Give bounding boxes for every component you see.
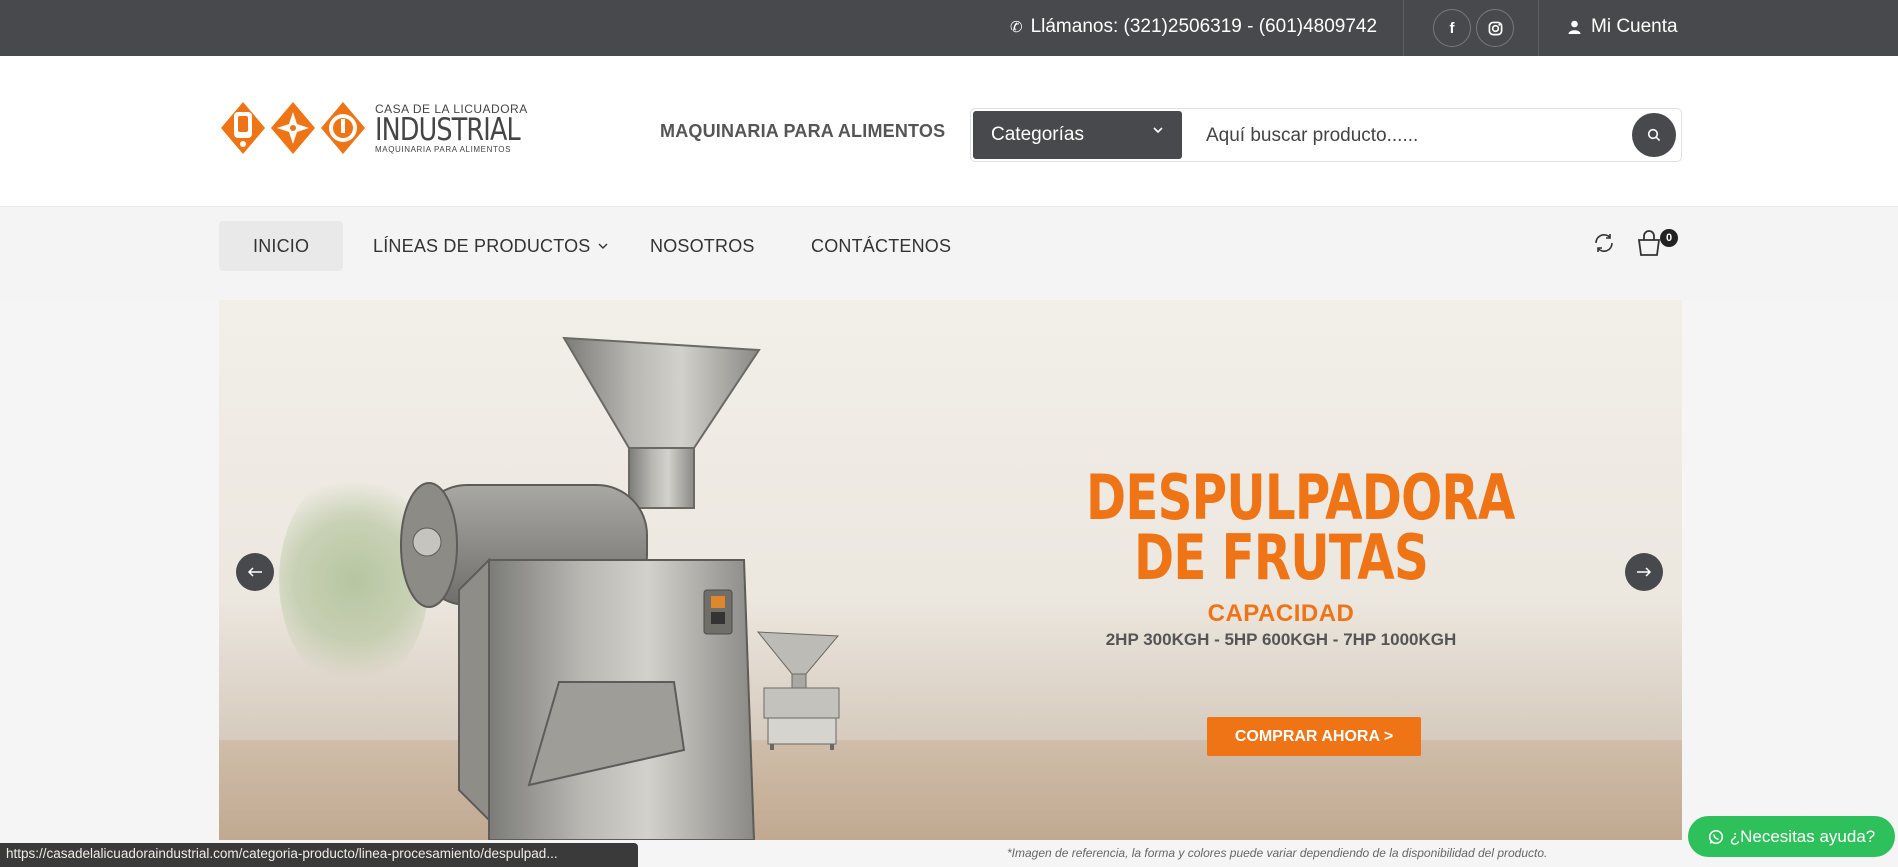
hero-slider: DESPULPADORA DE FRUTAS CAPACIDAD 2HP 300… <box>219 300 1682 840</box>
chevron-down-icon <box>1152 123 1164 141</box>
divider <box>1538 0 1539 56</box>
slider-next-button[interactable] <box>1625 553 1663 591</box>
main-nav: INICIO LÍNEAS DE PRODUCTOS NOSOTROS CONT… <box>0 206 1898 300</box>
cart-icon[interactable] <box>1635 229 1663 262</box>
nav-item-nosotros[interactable]: NOSOTROS <box>616 221 789 271</box>
search-icon <box>1647 128 1661 142</box>
phone-info[interactable]: ✆ Llámanos: (321)2506319 - (601)4809742 <box>1010 16 1377 38</box>
header: CASA DE LA LICUADORA INDUSTRIAL MAQUINAR… <box>0 56 1898 206</box>
phone-icon: ✆ <box>1010 19 1023 36</box>
my-account-link[interactable]: Mi Cuenta <box>1568 16 1678 38</box>
tagline: MAQUINARIA PARA ALIMENTOS <box>660 121 946 141</box>
search-input[interactable] <box>1206 121 1626 151</box>
chevron-down-icon <box>598 243 608 249</box>
slider-prev-button[interactable] <box>236 553 274 591</box>
slide-capacity-title: CAPACIDAD <box>1207 600 1355 627</box>
slide-capacity-values: 2HP 300KGH - 5HP 600KGH - 7HP 1000KGH <box>1105 630 1457 649</box>
help-label: ¿Necesitas ayuda? <box>1729 826 1876 846</box>
category-select[interactable]: Categorías <box>973 111 1182 159</box>
arrow-left-icon <box>247 567 262 577</box>
image-disclaimer: *Imagen de referencia, la forma y colore… <box>1007 846 1548 860</box>
browser-status-url: https://casadelalicuadoraindustrial.com/… <box>0 843 638 867</box>
nav-item-lineas-de-productos[interactable]: LÍNEAS DE PRODUCTOS <box>339 221 643 271</box>
top-bar: ✆ Llámanos: (321)2506319 - (601)4809742 … <box>0 0 1898 56</box>
nav-item-inicio[interactable]: INICIO <box>219 221 344 271</box>
account-label: Mi Cuenta <box>1591 16 1678 37</box>
logo-mark-icon <box>221 102 365 154</box>
whatsapp-icon <box>1708 829 1723 844</box>
divider <box>1403 0 1404 56</box>
logo[interactable]: CASA DE LA LICUADORA INDUSTRIAL MAQUINAR… <box>219 100 552 156</box>
arrow-right-icon <box>1637 567 1652 577</box>
pulper-machine-image <box>400 336 761 840</box>
cart-count-badge: 0 <box>1660 229 1678 247</box>
buy-now-button[interactable]: COMPRAR AHORA > <box>1207 717 1421 756</box>
whatsapp-help-button[interactable]: ¿Necesitas ayuda? <box>1688 816 1895 857</box>
facebook-icon[interactable]: f <box>1433 9 1471 47</box>
phone-label: Llámanos: (321)2506319 - (601)4809742 <box>1030 16 1378 37</box>
search-button[interactable] <box>1632 113 1676 157</box>
user-icon <box>1568 20 1581 34</box>
compare-icon[interactable] <box>1592 231 1616 260</box>
category-select-label: Categorías <box>991 124 1084 145</box>
small-pulper-image <box>756 631 840 750</box>
instagram-icon[interactable] <box>1476 9 1514 47</box>
slide-headline: DESPULPADORA DE FRUTAS <box>1086 461 1515 594</box>
search-bar: Categorías <box>970 108 1682 162</box>
logo-line-2: INDUSTRIAL <box>375 111 521 148</box>
nav-item-contactenos[interactable]: CONTÁCTENOS <box>777 221 985 271</box>
